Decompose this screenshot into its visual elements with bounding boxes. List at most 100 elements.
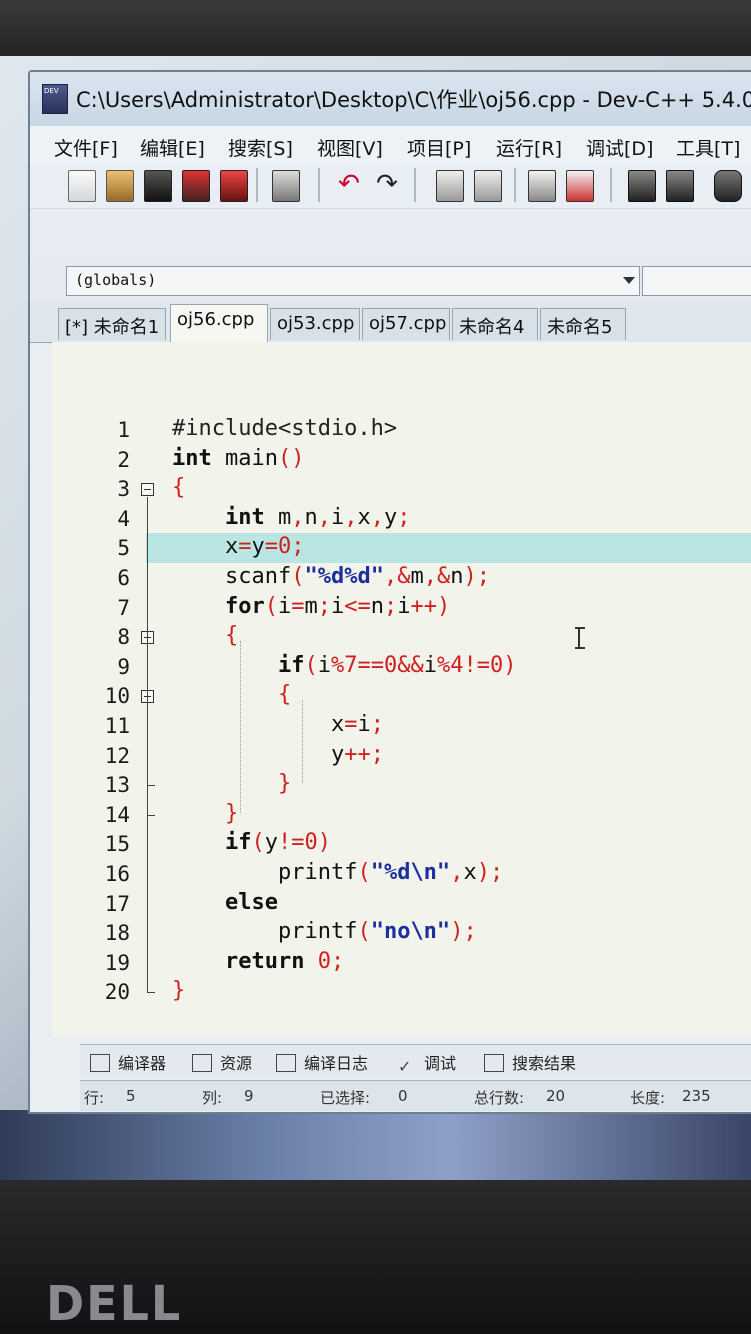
code-line[interactable]: if(y!=0) xyxy=(172,830,331,855)
scope-dropdown[interactable]: (globals) xyxy=(66,266,640,296)
menu-search[interactable]: 搜索[S] xyxy=(228,134,293,161)
code-line[interactable]: scanf("%d%d",&m,&n); xyxy=(172,564,490,589)
code-line[interactable]: return 0; xyxy=(172,949,344,974)
toggle-bookmark-icon[interactable] xyxy=(714,170,742,202)
code-line[interactable]: for(i=m;i<=n;i++) xyxy=(172,594,450,619)
tab-oj56[interactable]: oj56.cpp xyxy=(170,304,268,342)
code-line[interactable]: { xyxy=(172,682,291,707)
chevron-down-icon xyxy=(623,277,635,284)
member-dropdown[interactable] xyxy=(642,266,751,296)
title-bar[interactable]: C:\Users\Administrator\Desktop\C\作业\oj56… xyxy=(30,72,751,127)
code-line[interactable]: } xyxy=(172,771,291,796)
close-file-icon[interactable] xyxy=(220,170,248,202)
desktop-wallpaper-strip xyxy=(0,1110,751,1186)
undo-icon[interactable]: ↶ xyxy=(336,170,362,200)
code-line[interactable]: } xyxy=(172,978,185,1003)
code-line[interactable]: printf("%d\n",x); xyxy=(172,860,503,885)
line-number: 12 xyxy=(104,743,130,768)
tab-oj57[interactable]: oj57.cpp xyxy=(362,308,450,340)
tab-compiler[interactable]: 编译器 xyxy=(90,1050,166,1074)
line-number: 3 xyxy=(117,477,130,502)
indent-icon[interactable] xyxy=(528,170,556,202)
tab-resources[interactable]: 资源 xyxy=(192,1050,252,1074)
line-number: 5 xyxy=(117,536,130,561)
code-line[interactable]: y++; xyxy=(172,742,384,767)
line-number: 6 xyxy=(117,566,130,590)
menu-tools[interactable]: 工具[T] xyxy=(676,134,740,161)
bookmark-prev-icon[interactable] xyxy=(628,170,656,202)
code-editor[interactable]: 1 #include<stdio.h> 2 int main() 3 {4 int m,n… xyxy=(52,342,751,1037)
tab-unnamed-5[interactable]: 未命名5 xyxy=(540,308,626,340)
secondary-toolbar xyxy=(30,208,751,261)
toolbar-separator xyxy=(414,168,416,202)
status-bar: 行: 5 列: 9 已选择: 0 总行数: 20 长度: 235 xyxy=(80,1080,751,1111)
redo-icon[interactable]: ↷ xyxy=(374,170,400,200)
save-icon[interactable] xyxy=(144,170,172,202)
line-number: 9 xyxy=(117,654,130,679)
code-line[interactable]: { xyxy=(172,623,238,648)
save-all-icon[interactable] xyxy=(182,170,210,202)
menu-view[interactable]: 视图[V] xyxy=(317,134,383,161)
code-line[interactable]: int main() xyxy=(172,446,304,471)
status-col-value: 9 xyxy=(244,1087,254,1105)
find-icon[interactable] xyxy=(436,170,464,202)
status-col-label: 列: xyxy=(202,1089,223,1107)
print-icon[interactable] xyxy=(272,170,300,202)
menu-edit[interactable]: 编辑[E] xyxy=(140,134,205,161)
tab-debug-label: 调试 xyxy=(424,1054,457,1073)
dell-logo: DELL xyxy=(46,1274,183,1332)
toolbar-separator xyxy=(318,168,320,202)
unindent-icon[interactable] xyxy=(566,170,594,202)
line-number: 19 xyxy=(104,950,130,975)
line-number: 4 xyxy=(117,506,130,531)
fold-end-marker xyxy=(147,814,155,816)
replace-icon[interactable] xyxy=(474,170,502,202)
code-line[interactable]: if(i%7==0&&i%4!=0) xyxy=(172,653,517,678)
code-line[interactable]: x=y=0; xyxy=(172,534,305,559)
status-row-value: 5 xyxy=(126,1087,136,1105)
bookmark-next-icon[interactable] xyxy=(666,170,694,202)
tab-compile-log[interactable]: 编译日志 xyxy=(276,1050,368,1074)
code-line[interactable]: #include<stdio.h> xyxy=(172,416,397,441)
menu-debug[interactable]: 调试[D] xyxy=(586,134,653,161)
line-number: 16 xyxy=(104,862,130,886)
devcpp-window: C:\Users\Administrator\Desktop\C\作业\oj56… xyxy=(28,70,751,1114)
status-length-value: 235 xyxy=(682,1087,711,1105)
grid-icon xyxy=(90,1054,110,1072)
status-row-label: 行: xyxy=(84,1089,105,1107)
toolbar-separator xyxy=(610,168,612,202)
tab-unnamed-1[interactable]: [*] 未命名1 xyxy=(58,308,166,340)
monitor-bezel-top xyxy=(0,0,751,62)
fold-toggle-icon[interactable] xyxy=(141,483,154,497)
scope-dropdown-value: (globals) xyxy=(75,271,157,289)
line-number: 14 xyxy=(104,802,130,827)
line-number: 18 xyxy=(104,921,130,946)
tab-search-results[interactable]: 搜索结果 xyxy=(484,1050,576,1074)
menu-file[interactable]: 文件[F] xyxy=(54,134,118,161)
code-line[interactable]: else xyxy=(172,890,278,915)
menu-project[interactable]: 项目[P] xyxy=(407,134,471,161)
status-selected-label: 已选择: xyxy=(320,1089,371,1107)
main-toolbar: ↶ ↷ xyxy=(30,164,751,208)
status-selected-value: 0 xyxy=(398,1087,408,1105)
open-file-icon[interactable] xyxy=(106,170,134,202)
code-line[interactable]: printf("no\n"); xyxy=(172,919,477,944)
editor-tabs: [*] 未命名1 oj56.cpp oj53.cpp oj57.cpp 未命名4… xyxy=(30,302,751,343)
menu-run[interactable]: 运行[R] xyxy=(496,134,562,161)
tab-search-results-label: 搜索结果 xyxy=(512,1054,577,1073)
search-icon xyxy=(484,1054,504,1072)
code-line[interactable]: int m,n,i,x,y; xyxy=(172,505,411,530)
line-number: 15 xyxy=(104,832,130,857)
line-number: 10 xyxy=(104,684,130,709)
tab-oj53[interactable]: oj53.cpp xyxy=(270,308,360,340)
tab-unnamed-4[interactable]: 未命名4 xyxy=(452,308,538,340)
code-line[interactable]: } xyxy=(172,801,238,826)
line-number: 7 xyxy=(117,595,130,620)
status-length-label: 长度: xyxy=(630,1089,666,1107)
tab-debug[interactable]: ✓ 调试 xyxy=(398,1050,457,1076)
new-file-icon[interactable] xyxy=(68,170,96,202)
bar-chart-icon xyxy=(276,1054,296,1072)
code-line[interactable]: { xyxy=(172,475,185,500)
code-line[interactable]: x=i; xyxy=(172,712,384,737)
status-total-lines-value: 20 xyxy=(546,1087,566,1105)
